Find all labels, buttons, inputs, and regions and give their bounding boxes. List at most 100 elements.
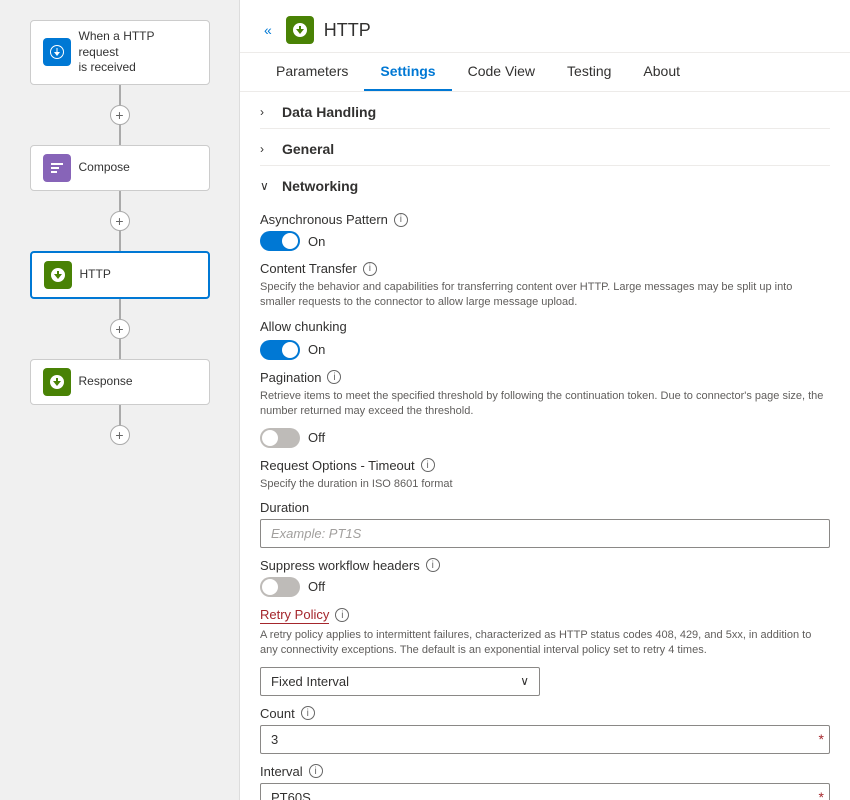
http-icon [44, 261, 72, 289]
async-pattern-toggle-row: On [260, 231, 830, 251]
async-pattern-toggle[interactable] [260, 231, 300, 251]
flow-line-6 [119, 339, 121, 359]
tab-codeview[interactable]: Code View [452, 53, 551, 91]
pagination-label: Pagination [260, 370, 321, 385]
request-timeout-label: Request Options - Timeout [260, 458, 415, 473]
tab-about[interactable]: About [627, 53, 696, 91]
section-data-handling[interactable]: › Data Handling [260, 92, 830, 128]
duration-label: Duration [260, 500, 830, 515]
setting-async-pattern: Asynchronous Pattern i On [260, 212, 830, 251]
pagination-toggle-row: Off [260, 428, 830, 448]
add-step-1[interactable]: + [110, 105, 130, 125]
interval-label-text: Interval [260, 764, 303, 779]
retry-policy-label: Retry Policy [260, 607, 329, 624]
content-transfer-info-icon[interactable]: i [363, 262, 377, 276]
connector-2: + [110, 191, 130, 251]
panel-title: HTTP [324, 20, 371, 41]
setting-pagination: Pagination i Retrieve items to meet the … [260, 370, 830, 448]
pagination-desc: Retrieve items to meet the specified thr… [260, 389, 830, 420]
suppress-headers-toggle-label: Off [308, 579, 325, 594]
suppress-headers-info-icon[interactable]: i [426, 558, 440, 572]
retry-policy-chevron-icon: ∨ [520, 674, 529, 688]
chevron-data-handling: › [260, 105, 274, 119]
async-pattern-label: Asynchronous Pattern [260, 212, 388, 227]
setting-request-timeout: Request Options - Timeout i Specify the … [260, 458, 830, 548]
compose-label: Compose [79, 160, 130, 176]
flow-line-5 [119, 299, 121, 319]
tabs-bar: Parameters Settings Code View Testing Ab… [240, 53, 850, 92]
flow-node-http-trigger[interactable]: When a HTTP requestis received [30, 20, 210, 85]
flow-line-4 [119, 231, 121, 251]
request-timeout-label-row: Request Options - Timeout i [260, 458, 830, 473]
interval-input-wrapper: * [260, 783, 830, 800]
section-networking[interactable]: ∨ Networking [260, 165, 830, 202]
response-label: Response [79, 374, 133, 390]
response-icon [43, 368, 71, 396]
tab-testing[interactable]: Testing [551, 53, 627, 91]
section-data-handling-title: Data Handling [282, 104, 376, 120]
async-pattern-toggle-label: On [308, 234, 325, 249]
flow-line-1 [119, 85, 121, 105]
retry-policy-desc: A retry policy applies to intermittent f… [260, 628, 830, 659]
compose-icon [43, 154, 71, 182]
allow-chunking-label: Allow chunking [260, 319, 830, 334]
interval-required-star: * [819, 789, 824, 800]
suppress-headers-toggle[interactable] [260, 577, 300, 597]
setting-suppress-headers: Suppress workflow headers i Off [260, 558, 830, 597]
async-pattern-info-icon[interactable]: i [394, 213, 408, 227]
count-input-wrapper: * [260, 725, 830, 754]
count-label-text: Count [260, 706, 295, 721]
duration-label-text: Duration [260, 500, 309, 515]
connector-4: + [110, 405, 130, 445]
section-general[interactable]: › General [260, 128, 830, 165]
chevron-networking: ∨ [260, 179, 274, 193]
count-input[interactable] [260, 725, 830, 754]
allow-chunking-toggle[interactable] [260, 340, 300, 360]
panel-header: « HTTP [240, 0, 850, 53]
chevron-general: › [260, 142, 274, 156]
suppress-headers-label-row: Suppress workflow headers i [260, 558, 830, 573]
add-step-2[interactable]: + [110, 211, 130, 231]
flow-line-7 [119, 405, 121, 425]
duration-input[interactable] [260, 519, 830, 548]
tab-settings[interactable]: Settings [364, 53, 451, 91]
section-networking-title: Networking [282, 178, 358, 194]
panel-icon [286, 16, 314, 44]
pagination-toggle[interactable] [260, 428, 300, 448]
interval-info-icon[interactable]: i [309, 764, 323, 778]
connector-3: + [110, 299, 130, 359]
retry-policy-selected: Fixed Interval [271, 674, 349, 689]
http-node-label: HTTP [80, 267, 111, 283]
flow-node-compose[interactable]: Compose [30, 145, 210, 191]
collapse-button[interactable]: « [260, 20, 276, 40]
flow-node-response[interactable]: Response [30, 359, 210, 405]
retry-policy-dropdown[interactable]: Fixed Interval ∨ [260, 667, 540, 696]
suppress-headers-toggle-row: Off [260, 577, 830, 597]
retry-policy-info-icon[interactable]: i [335, 608, 349, 622]
pagination-toggle-label: Off [308, 430, 325, 445]
pagination-info-icon[interactable]: i [327, 370, 341, 384]
allow-chunking-toggle-row: On [260, 340, 830, 360]
flow-node-http[interactable]: HTTP [30, 251, 210, 299]
add-step-4[interactable]: + [110, 425, 130, 445]
connector-1: + [110, 85, 130, 145]
pagination-label-row: Pagination i [260, 370, 830, 385]
content-transfer-desc: Specify the behavior and capabilities fo… [260, 280, 830, 311]
left-panel: When a HTTP requestis received + Compose… [0, 0, 240, 800]
add-step-3[interactable]: + [110, 319, 130, 339]
http-trigger-icon [43, 38, 71, 66]
count-info-icon[interactable]: i [301, 706, 315, 720]
tab-parameters[interactable]: Parameters [260, 53, 364, 91]
section-general-title: General [282, 141, 334, 157]
setting-content-transfer: Content Transfer i Specify the behavior … [260, 261, 830, 360]
interval-label-row: Interval i [260, 764, 830, 779]
allow-chunking-toggle-label: On [308, 342, 325, 357]
content-area: › Data Handling › General ∨ Networking A… [240, 92, 850, 800]
flow-line-2 [119, 125, 121, 145]
count-label-row: Count i [260, 706, 830, 721]
flow-line-3 [119, 191, 121, 211]
request-timeout-info-icon[interactable]: i [421, 458, 435, 472]
interval-input[interactable] [260, 783, 830, 800]
async-pattern-label-row: Asynchronous Pattern i [260, 212, 830, 227]
request-timeout-desc: Specify the duration in ISO 8601 format [260, 477, 830, 492]
